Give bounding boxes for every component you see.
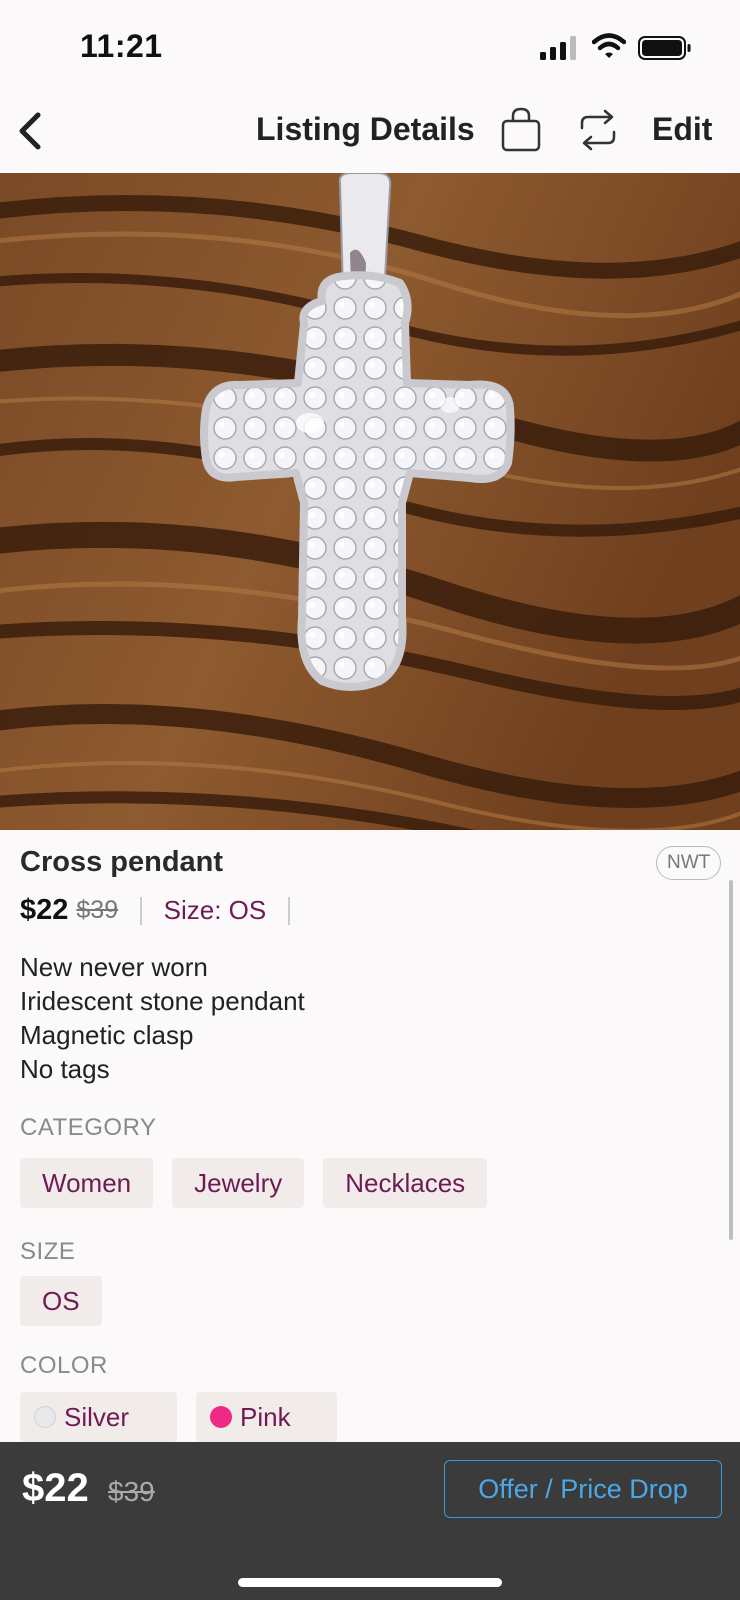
home-indicator[interactable] — [238, 1578, 502, 1587]
category-chip-women[interactable]: Women — [20, 1158, 154, 1208]
status-bar: 11:21 — [0, 0, 740, 95]
size-chips: OS — [20, 1276, 102, 1326]
divider — [140, 896, 142, 925]
shopping-bag-icon[interactable] — [500, 107, 542, 153]
listing-title: Cross pendant — [20, 846, 224, 878]
size-chip-os[interactable]: OS — [20, 1276, 102, 1326]
scrollbar[interactable] — [729, 880, 733, 1240]
wifi-icon — [592, 33, 626, 58]
bottom-original-price: $39 — [108, 1476, 155, 1507]
edit-button[interactable]: Edit — [652, 111, 712, 148]
category-chips: Women Jewelry Necklaces — [20, 1158, 488, 1208]
category-label: CATEGORY — [20, 1114, 157, 1141]
offer-price-drop-button[interactable]: Offer / Price Drop — [444, 1460, 722, 1518]
cellular-signal-icon — [540, 36, 576, 60]
listing-description: New never worn Iridescent stone pendant … — [20, 950, 305, 1086]
size-label: SIZE — [20, 1238, 76, 1265]
price-row: $22 $39 Size: OS — [20, 894, 312, 927]
description-line: Iridescent stone pendant — [20, 986, 305, 1016]
bottom-bar: $22 $39 Offer / Price Drop — [0, 1442, 740, 1600]
pink-swatch-icon — [210, 1406, 233, 1428]
silver-swatch-icon — [34, 1406, 56, 1428]
size-link[interactable]: Size: OS — [164, 895, 267, 926]
back-chevron-icon[interactable] — [14, 109, 46, 153]
description-line: New never worn — [20, 952, 208, 982]
battery-icon — [638, 36, 691, 60]
category-chip-jewelry[interactable]: Jewelry — [172, 1158, 305, 1208]
description-line: No tags — [20, 1054, 110, 1084]
listing-original-price: $39 — [76, 896, 119, 924]
color-chip-silver[interactable]: Silver — [20, 1392, 178, 1442]
color-label: COLOR — [20, 1352, 108, 1379]
bottom-price: $22 — [22, 1466, 89, 1510]
nav-bar: Listing Details Edit — [0, 95, 740, 173]
listing-price: $22 — [20, 894, 69, 926]
color-chips: Silver Pink — [20, 1392, 337, 1442]
divider — [288, 896, 290, 925]
listing-details: Cross pendant NWT $22 $39 Size: OS New n… — [0, 830, 740, 1442]
share-refresh-icon[interactable] — [578, 109, 618, 151]
cross-pendant-image — [0, 173, 740, 830]
color-chip-label: Pink — [240, 1401, 291, 1432]
product-photo[interactable] — [0, 173, 740, 830]
color-chip-label: Silver — [64, 1401, 130, 1432]
condition-badge: NWT — [656, 846, 722, 880]
color-chip-pink[interactable]: Pink — [196, 1392, 337, 1442]
page-title: Listing Details — [256, 111, 475, 147]
category-chip-necklaces[interactable]: Necklaces — [323, 1158, 488, 1208]
status-time: 11:21 — [80, 28, 163, 64]
description-line: Magnetic clasp — [20, 1020, 194, 1050]
